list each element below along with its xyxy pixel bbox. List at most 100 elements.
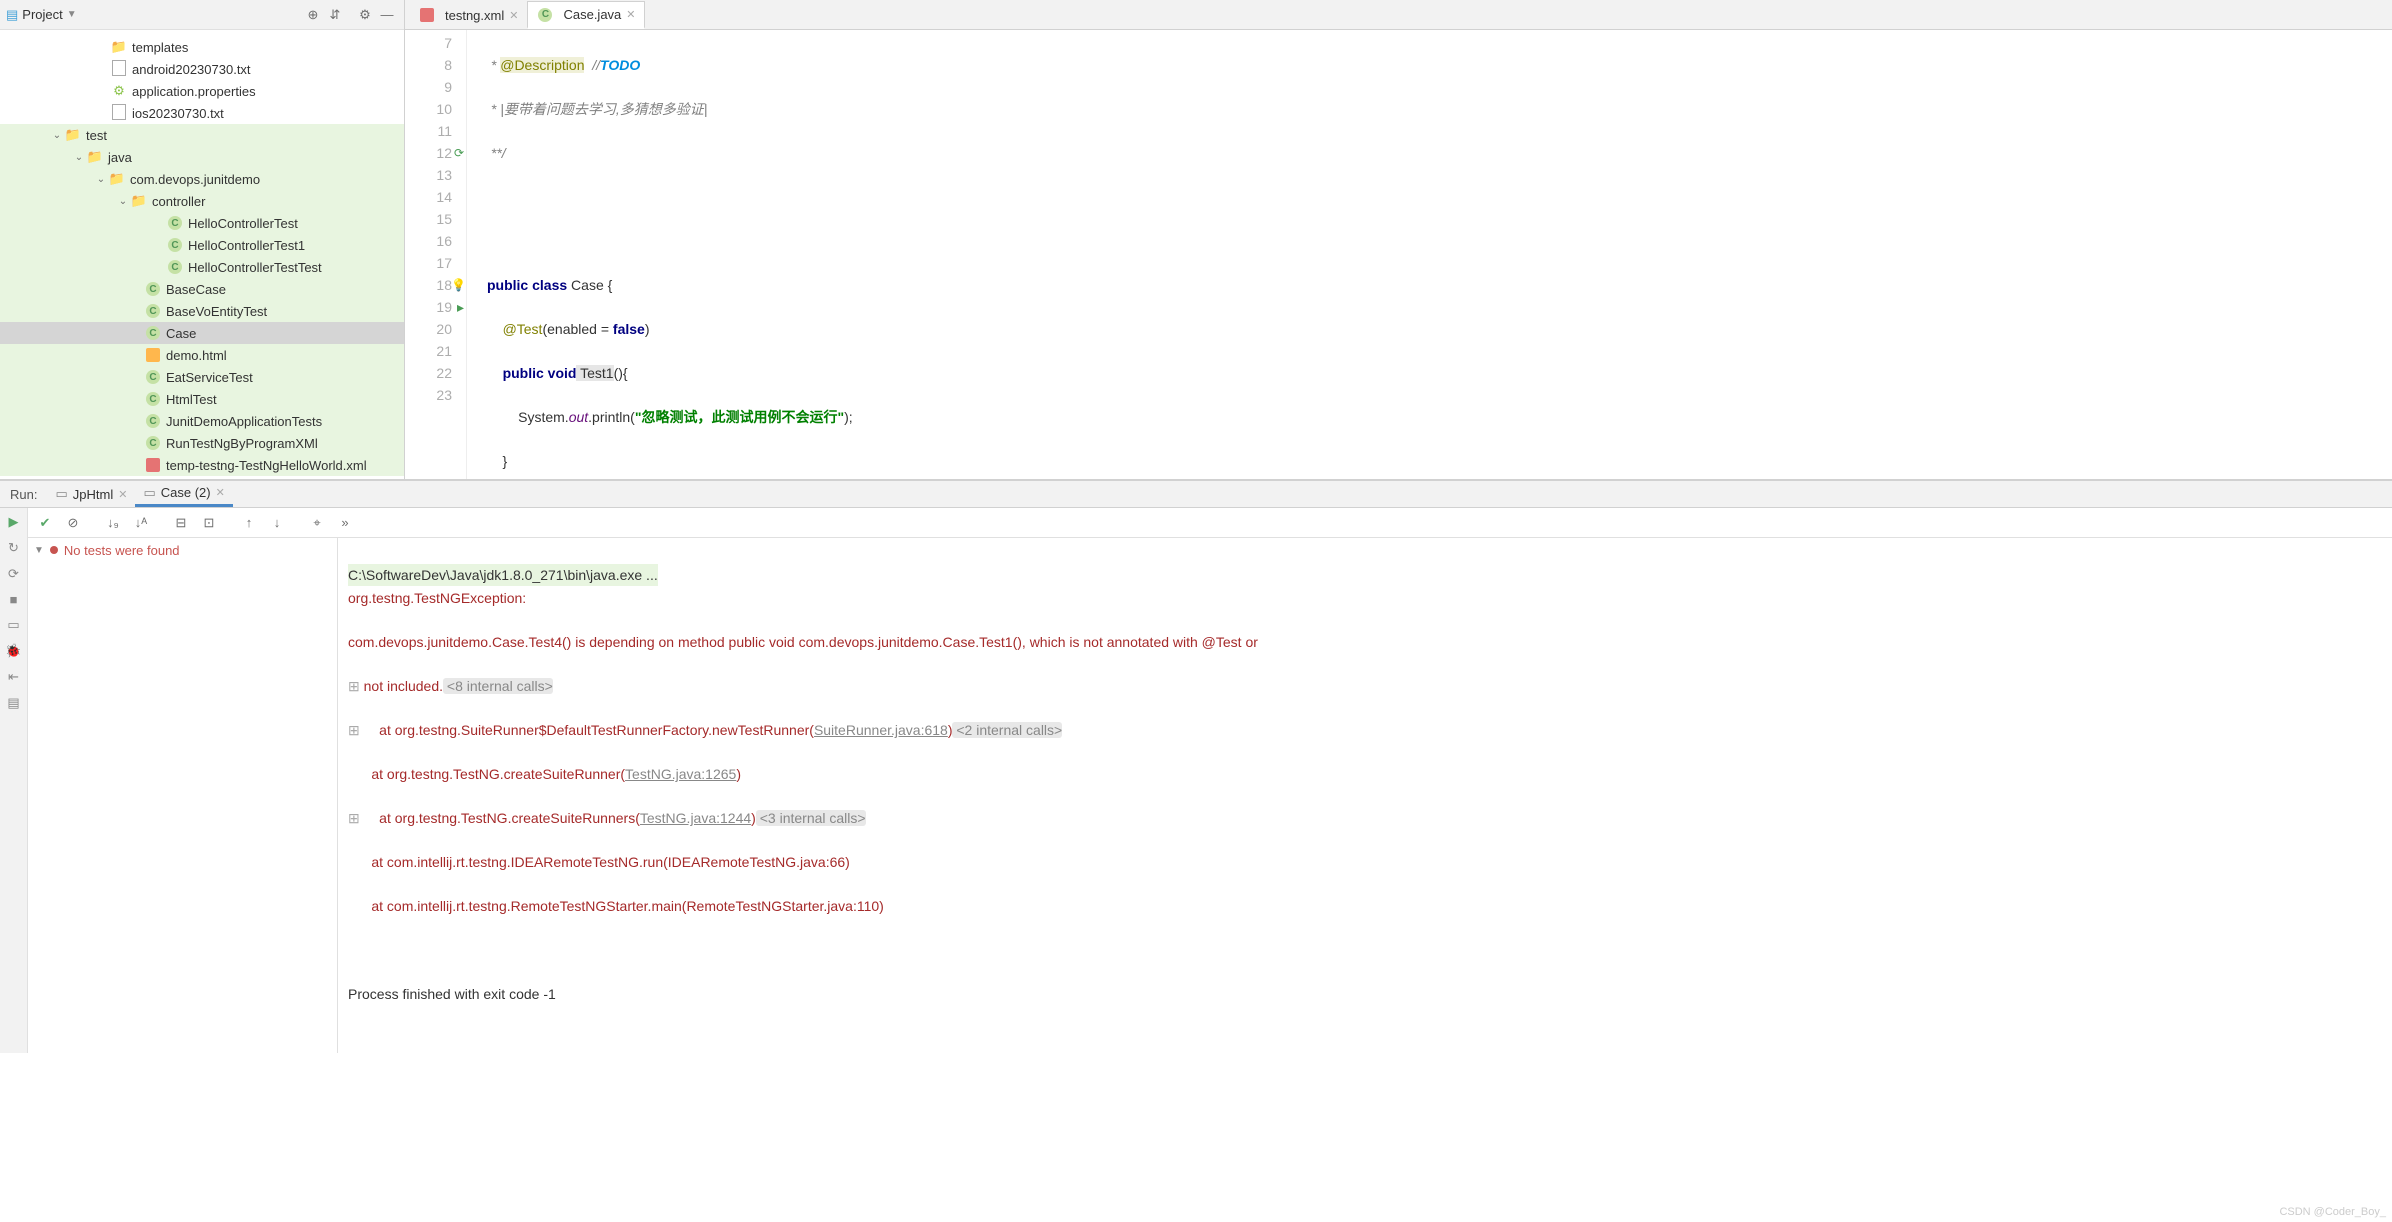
more-icon[interactable]: » bbox=[334, 512, 356, 534]
exit-icon[interactable]: ⇤ bbox=[8, 669, 19, 685]
chevron-down-icon[interactable]: ⌄ bbox=[50, 130, 64, 141]
rerun-failed-icon[interactable]: ↻ bbox=[8, 540, 19, 556]
tree-item[interactable]: CEatServiceTest bbox=[0, 366, 404, 388]
show-passed-icon[interactable]: ✔ bbox=[34, 512, 56, 534]
tree-label: android20230730.txt bbox=[132, 62, 251, 77]
close-icon[interactable]: ✕ bbox=[216, 486, 225, 499]
line-number[interactable]: 21 bbox=[405, 340, 452, 362]
locate-icon[interactable]: ⊕ bbox=[302, 4, 324, 26]
editor-area: testng.xml✕CCase.java✕ 78910111213141516… bbox=[405, 0, 2392, 479]
sort-alpha-icon[interactable]: ↓ᴬ bbox=[130, 512, 152, 534]
collapse-icon[interactable]: ⇵ bbox=[324, 4, 346, 26]
sort-icon[interactable]: ↓₉ bbox=[102, 512, 124, 534]
tree-item[interactable]: ⌄📁java bbox=[0, 146, 404, 168]
line-number[interactable]: 10 bbox=[405, 98, 452, 120]
line-number[interactable]: 16 bbox=[405, 230, 452, 252]
line-number[interactable]: 7 bbox=[405, 32, 452, 54]
bug-icon[interactable]: 🐞 bbox=[5, 643, 21, 659]
settings-icon[interactable]: ⚙ bbox=[354, 4, 376, 26]
editor-tabs: testng.xml✕CCase.java✕ bbox=[405, 0, 2392, 30]
console-output[interactable]: C:\SoftwareDev\Java\jdk1.8.0_271\bin\jav… bbox=[338, 538, 2392, 1053]
tree-item[interactable]: application.properties bbox=[0, 80, 404, 102]
tree-item[interactable]: CRunTestNgByProgramXMl bbox=[0, 432, 404, 454]
tree-label: application.properties bbox=[132, 84, 256, 99]
line-number[interactable]: 8 bbox=[405, 54, 452, 76]
run-toolbar: ✔ ⊘ ↓₉ ↓ᴬ ⊟ ⊡ ↑ ↓ ⌖ » bbox=[28, 508, 2392, 538]
tree-item[interactable]: CHtmlTest bbox=[0, 388, 404, 410]
line-number[interactable]: 18 bbox=[405, 274, 452, 296]
close-icon[interactable]: ✕ bbox=[509, 9, 518, 22]
next-icon[interactable]: ↓ bbox=[266, 512, 288, 534]
line-number[interactable]: 9 bbox=[405, 76, 452, 98]
tab-label: testng.xml bbox=[445, 8, 504, 23]
line-gutter: 7891011121314151617181920212223 bbox=[405, 30, 467, 479]
run-tab[interactable]: ▭Case (2)✕ bbox=[135, 481, 232, 507]
editor-tab[interactable]: CCase.java✕ bbox=[527, 1, 644, 29]
tree-item[interactable]: temp-testng-TestNgHelloWorld.xml bbox=[0, 454, 404, 476]
tree-label: HelloControllerTest bbox=[188, 216, 298, 231]
tree-item[interactable]: CHelloControllerTest1 bbox=[0, 234, 404, 256]
editor-tab[interactable]: testng.xml ✕ bbox=[409, 1, 527, 29]
tree-item[interactable]: CHelloControllerTestTest bbox=[0, 256, 404, 278]
line-number[interactable]: 13 bbox=[405, 164, 452, 186]
collapse-all-icon[interactable]: ⊡ bbox=[198, 512, 220, 534]
expand-icon[interactable]: ⊟ bbox=[170, 512, 192, 534]
run-icon[interactable]: ▶ bbox=[9, 514, 19, 530]
tree-item[interactable]: android20230730.txt bbox=[0, 58, 404, 80]
tree-item[interactable]: ⌄📁test bbox=[0, 124, 404, 146]
export-icon[interactable]: ⌖ bbox=[306, 512, 328, 534]
line-number[interactable]: 15 bbox=[405, 208, 452, 230]
close-icon[interactable]: ✕ bbox=[118, 488, 127, 501]
line-number[interactable]: 19 bbox=[405, 296, 452, 318]
line-number[interactable]: 17 bbox=[405, 252, 452, 274]
code-editor[interactable]: 7891011121314151617181920212223 * @Descr… bbox=[405, 30, 2392, 479]
chevron-down-icon[interactable]: ⌄ bbox=[72, 152, 86, 163]
show-ignored-icon[interactable]: ⊘ bbox=[62, 512, 84, 534]
toggle-auto-icon[interactable]: ⟳ bbox=[8, 566, 19, 582]
fold-icon[interactable]: ⊞ bbox=[348, 810, 364, 826]
project-tree[interactable]: 📁templates android20230730.txt application… bbox=[0, 30, 404, 479]
tree-label: JunitDemoApplicationTests bbox=[166, 414, 322, 429]
project-dropdown-icon[interactable]: ▼ bbox=[67, 9, 77, 20]
tree-item[interactable]: demo.html bbox=[0, 344, 404, 366]
prev-icon[interactable]: ↑ bbox=[238, 512, 260, 534]
tree-item[interactable]: CHelloControllerTest bbox=[0, 212, 404, 234]
tree-label: EatServiceTest bbox=[166, 370, 253, 385]
tree-item[interactable]: ios20230730.txt bbox=[0, 102, 404, 124]
stack-link[interactable]: TestNG.java:1244 bbox=[640, 810, 751, 826]
fold-icon[interactable]: ⊞ bbox=[348, 722, 364, 738]
layout-icon[interactable]: ▤ bbox=[7, 695, 19, 711]
line-number[interactable]: 23 bbox=[405, 384, 452, 406]
tree-item[interactable]: ⌄📁com.devops.junitdemo bbox=[0, 168, 404, 190]
tree-label: HtmlTest bbox=[166, 392, 217, 407]
run-tab[interactable]: ▭JpHtml✕ bbox=[47, 481, 135, 507]
dump-icon[interactable]: ▭ bbox=[7, 617, 19, 633]
tree-item[interactable]: CBaseVoEntityTest bbox=[0, 300, 404, 322]
tree-item[interactable]: CJunitDemoApplicationTests bbox=[0, 410, 404, 432]
tree-item[interactable]: 📁templates bbox=[0, 36, 404, 58]
line-number[interactable]: 12 bbox=[405, 142, 452, 164]
run-panel: Run: ▭JpHtml✕▭Case (2)✕ ▶ ↻ ⟳ ■ ▭ 🐞 ⇤ ▤ … bbox=[0, 480, 2392, 780]
tab-label: Case.java bbox=[563, 7, 621, 22]
tree-label: java bbox=[108, 150, 132, 165]
close-icon[interactable]: ✕ bbox=[626, 8, 635, 21]
code-content[interactable]: * @Description //TODO * |要带着问题去学习,多猜想多验证… bbox=[467, 30, 930, 479]
line-number[interactable]: 11 bbox=[405, 120, 452, 142]
tree-item[interactable]: CCase bbox=[0, 322, 404, 344]
project-title: Project bbox=[22, 7, 62, 22]
stack-link[interactable]: SuiteRunner.java:618 bbox=[814, 722, 948, 738]
test-tree[interactable]: ▼ No tests were found bbox=[28, 538, 338, 1053]
stack-link[interactable]: TestNG.java:1265 bbox=[625, 766, 736, 782]
tree-item[interactable]: CBaseCase bbox=[0, 278, 404, 300]
chevron-down-icon[interactable]: ⌄ bbox=[94, 174, 108, 185]
tree-label: demo.html bbox=[166, 348, 227, 363]
line-number[interactable]: 14 bbox=[405, 186, 452, 208]
chevron-down-icon[interactable]: ⌄ bbox=[116, 196, 130, 207]
line-number[interactable]: 20 bbox=[405, 318, 452, 340]
stop-icon[interactable]: ■ bbox=[10, 592, 18, 607]
tree-item[interactable]: ⌄📁controller bbox=[0, 190, 404, 212]
line-number[interactable]: 22 bbox=[405, 362, 452, 384]
hide-icon[interactable]: — bbox=[376, 4, 398, 26]
chevron-down-icon[interactable]: ▼ bbox=[34, 545, 44, 556]
fold-icon[interactable]: ⊞ bbox=[348, 678, 364, 694]
